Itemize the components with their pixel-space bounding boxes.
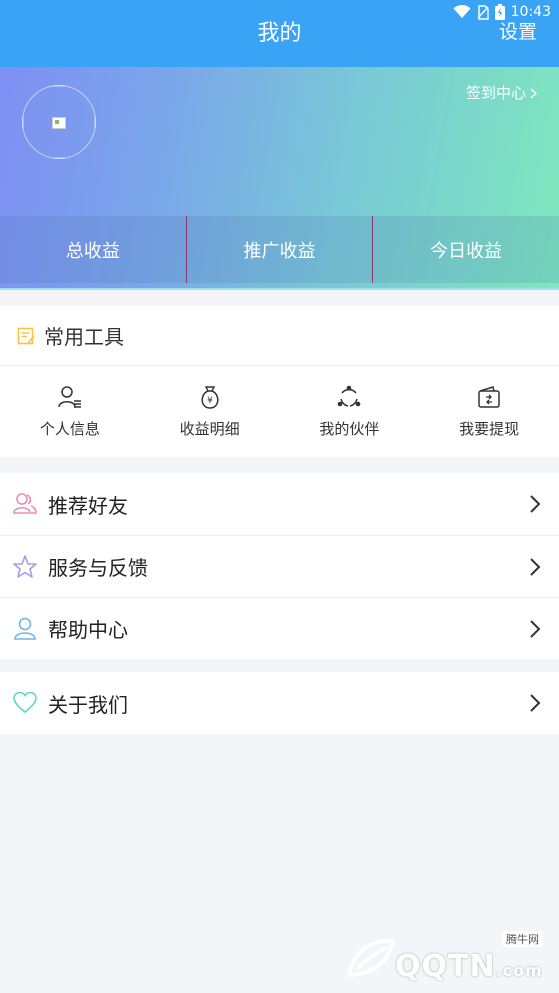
wifi-icon [453,5,471,18]
page-title: 我的 [257,21,302,46]
profile-banner: 签到中心 总收益 推广收益 今日收益 [0,67,559,290]
menu-label: 帮助中心 [48,618,128,642]
menu-label: 推荐好友 [48,493,128,518]
menu-about-us[interactable]: 关于我们 [0,672,559,734]
money-bag-icon: ¥ [201,386,219,409]
notepad-icon [17,327,35,344]
menu-recommend-friends[interactable]: 推荐好友 [0,473,559,535]
avatar[interactable] [22,85,96,159]
tool-withdraw[interactable]: 我要提现 [419,366,559,457]
battery-icon [494,4,505,20]
top-header: 10:43 我的 设置 [0,0,559,67]
tool-earnings-detail[interactable]: ¥ 收益明细 [140,366,280,457]
tools-header: 常用工具 [0,306,559,366]
tool-label: 我要提现 [459,420,520,438]
earnings-total[interactable]: 总收益 [0,216,186,283]
share-nodes-icon [338,385,361,407]
tool-label: 我的伙伴 [319,420,380,438]
common-tools-card: 常用工具 个人信息 ¥ 收益明细 我的伙伴 我要提现 [0,306,559,457]
chevron-right-icon [530,619,541,638]
tool-label: 收益明细 [179,420,240,438]
banner-underline [0,288,559,290]
watermark-cn: 腾牛网 [502,931,543,947]
no-sim-icon [477,4,489,20]
friends-icon [13,493,37,514]
status-bar: 10:43 [453,3,551,21]
menu-group-main: 推荐好友 服务与反馈 帮助中心 [0,473,559,659]
broken-image-icon [52,117,66,129]
chevron-right-icon [530,87,537,99]
status-time: 10:43 [510,4,551,20]
earnings-today[interactable]: 今日收益 [372,216,559,283]
menu-help-center[interactable]: 帮助中心 [0,597,559,659]
menu-group-about: 关于我们 [0,672,559,734]
menu-service-feedback[interactable]: 服务与反馈 [0,535,559,597]
chevron-right-icon [530,495,541,513]
menu-label: 关于我们 [48,692,128,717]
svg-text:¥: ¥ [207,396,213,406]
watermark-brand: QQTN [395,949,496,984]
checkin-label: 签到中心 [465,84,526,102]
watermark-suffix: .com [495,961,543,980]
star-icon [13,554,37,578]
watermark-logo: 腾牛网 QQTN.com [343,931,553,987]
tool-personal-info[interactable]: 个人信息 [0,366,140,457]
tool-my-partners[interactable]: 我的伙伴 [280,366,420,457]
person-icon [14,617,36,640]
tool-label: 个人信息 [39,420,100,438]
chevron-right-icon [530,694,541,712]
checkin-center-link[interactable]: 签到中心 [466,83,537,103]
leaf-logo-icon [346,938,396,978]
chevron-right-icon [530,557,541,576]
earnings-promotion[interactable]: 推广收益 [185,216,373,283]
wallet-icon [478,386,500,408]
user-info-icon [58,386,81,408]
settings-button[interactable]: 设置 [499,20,537,44]
menu-label: 服务与反馈 [48,556,148,580]
earnings-bar: 总收益 推广收益 今日收益 [0,216,559,283]
heart-icon [13,691,37,714]
tools-grid: 个人信息 ¥ 收益明细 我的伙伴 我要提现 [0,366,559,457]
tools-title: 常用工具 [44,325,124,349]
watermark-brand-text: QQTN.com [395,949,543,984]
